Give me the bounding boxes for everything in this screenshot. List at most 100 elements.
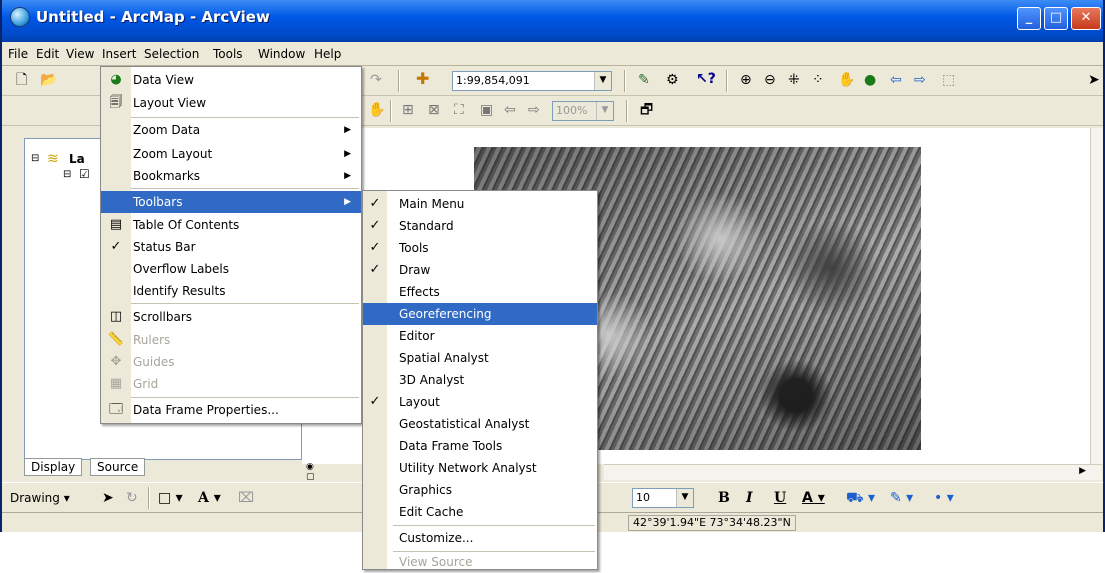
layer-visibility-checkbox[interactable]: ☑ xyxy=(79,167,90,181)
toolbar-item-editor[interactable]: Editor xyxy=(363,325,597,347)
view-menu-item-guides[interactable]: ✥ Guides xyxy=(101,351,361,373)
toolbar-item-view-source[interactable]: View Source xyxy=(363,551,597,573)
menu-insert[interactable]: Insert xyxy=(102,47,136,61)
toolbar-item-georeferencing[interactable]: Georeferencing xyxy=(363,303,597,325)
view-menu-item-zoom-data[interactable]: Zoom Data ▶ xyxy=(101,119,361,141)
menu-view[interactable]: View xyxy=(66,47,94,61)
new-text-icon[interactable]: A ▾ xyxy=(198,489,221,507)
whats-this-icon[interactable]: ↖? xyxy=(696,70,716,88)
view-menu-item-toolbars[interactable]: Toolbars ▶ xyxy=(101,191,361,213)
forward-arrow-icon[interactable]: ⇨ xyxy=(914,71,926,89)
open-folder-icon[interactable]: 📂 xyxy=(40,71,57,89)
layers-label[interactable]: La xyxy=(69,152,85,166)
toolbar-item-standard[interactable]: ✓ Standard xyxy=(363,215,597,237)
back-arrow-icon[interactable]: ⇦ xyxy=(890,71,902,89)
menu-help[interactable]: Help xyxy=(314,47,341,61)
line-color-icon[interactable]: ✎ ▾ xyxy=(890,489,913,507)
arctoolbox-icon[interactable]: ⚙ xyxy=(666,71,679,89)
menu-window[interactable]: Window xyxy=(258,47,305,61)
view-menu-item-rulers[interactable]: 📏 Rulers xyxy=(101,329,361,351)
view-menu-item-table-of-contents[interactable]: ▤ Table Of Contents xyxy=(101,214,361,236)
focus-data-frame-icon[interactable]: 🗗 xyxy=(640,101,653,119)
menu-file[interactable]: File xyxy=(8,47,28,61)
drawing-menu-button[interactable]: Drawing ▾ xyxy=(10,491,70,505)
expand-collapse-icon[interactable]: ⊟ xyxy=(63,169,71,180)
chevron-down-icon[interactable]: ▼ xyxy=(676,489,693,507)
previous-extent-icon[interactable]: ⇦ xyxy=(504,101,516,119)
table-of-contents-icon: ▤ xyxy=(109,217,123,232)
fixed-zoom-in-layout-icon[interactable]: ⊠ xyxy=(428,101,440,119)
chevron-down-icon[interactable]: ▼ xyxy=(596,102,613,120)
expand-collapse-icon[interactable]: ⊟ xyxy=(31,153,39,164)
zoom-100-icon[interactable]: ▣ xyxy=(480,101,493,119)
chevron-down-icon[interactable]: ▼ xyxy=(594,72,611,90)
tab-display[interactable]: Display xyxy=(24,458,83,476)
rotate-icon[interactable]: ↻ xyxy=(126,489,138,507)
toolbar-item-layout[interactable]: ✓ Layout xyxy=(363,391,597,413)
horizontal-scrollbar[interactable]: ▶ xyxy=(604,464,1102,480)
view-menu-item-scrollbars[interactable]: ◫ Scrollbars xyxy=(101,306,361,328)
data-view-mode-icon[interactable]: ◉ ▢ xyxy=(306,462,315,482)
fixed-zoom-out-layout-icon[interactable]: ⛶ xyxy=(454,101,464,119)
view-menu-item-data-frame-properties[interactable]: 🗔 Data Frame Properties... xyxy=(101,399,361,421)
select-features-icon[interactable]: ⬚ xyxy=(942,71,955,89)
bold-button[interactable]: B xyxy=(718,489,730,507)
view-menu-item-zoom-layout[interactable]: Zoom Layout ▶ xyxy=(101,143,361,165)
underline-button[interactable]: U xyxy=(774,489,786,507)
toolbar-item-edit-cache[interactable]: Edit Cache xyxy=(363,501,597,523)
map-scale-value: 1:99,854,091 xyxy=(456,74,530,87)
pan-hand-icon[interactable]: ✋ xyxy=(838,71,855,89)
view-menu-item-status-bar[interactable]: ✓ Status Bar xyxy=(101,236,361,258)
close-button[interactable]: ✕ xyxy=(1071,7,1101,30)
fixed-zoom-in-icon[interactable]: ⁜ xyxy=(788,71,800,89)
toolbar-item-effects[interactable]: Effects xyxy=(363,281,597,303)
map-scale-combo[interactable]: 1:99,854,091 ▼ xyxy=(452,71,612,91)
view-menu-item-layout-view[interactable]: 🗐 Layout View xyxy=(101,92,361,114)
add-data-icon[interactable]: ✚ xyxy=(416,70,429,88)
menu-edit[interactable]: Edit xyxy=(36,47,59,61)
title-bar[interactable]: Untitled - ArcMap - ArcView _ □ ✕ xyxy=(2,0,1103,42)
view-menu-item-overflow-labels[interactable]: Overflow Labels xyxy=(101,258,361,280)
menu-tools[interactable]: Tools xyxy=(213,47,243,61)
editor-toolbar-icon[interactable]: ✎ xyxy=(638,71,650,89)
zoom-out-icon[interactable]: ⊖ xyxy=(764,71,776,89)
redo-icon[interactable]: ↷ xyxy=(370,71,382,89)
view-menu-item-bookmarks[interactable]: Bookmarks ▶ xyxy=(101,165,361,187)
marker-color-icon[interactable]: • ▾ xyxy=(934,489,954,507)
toolbar-item-tools[interactable]: ✓ Tools xyxy=(363,237,597,259)
fill-color-icon[interactable]: ⛟ ▾ xyxy=(846,489,875,507)
layout-zoom-combo[interactable]: 100% ▼ xyxy=(552,101,614,121)
minimize-button[interactable]: _ xyxy=(1017,7,1041,30)
new-document-icon[interactable]: 🗋 xyxy=(16,71,27,89)
callout-icon[interactable]: ⌧ xyxy=(238,489,254,507)
select-elements-arrow-icon[interactable]: ➤ xyxy=(1088,71,1100,89)
toolbar-item-main-menu[interactable]: ✓ Main Menu xyxy=(363,193,597,215)
layout-pan-icon[interactable]: ✋ xyxy=(368,101,385,119)
next-extent-icon[interactable]: ⇨ xyxy=(528,101,540,119)
view-menu-item-data-view[interactable]: ◕ Data View xyxy=(101,69,361,91)
zoom-whole-page-icon[interactable]: ⊞ xyxy=(402,101,414,119)
view-menu-item-grid[interactable]: ▦ Grid xyxy=(101,373,361,395)
fixed-zoom-out-icon[interactable]: ⁘ xyxy=(812,71,824,89)
vertical-scrollbar[interactable] xyxy=(1090,128,1103,464)
maximize-button[interactable]: □ xyxy=(1044,7,1068,30)
full-extent-globe-icon[interactable]: ● xyxy=(864,71,876,89)
toolbar-item-spatial-analyst[interactable]: Spatial Analyst xyxy=(363,347,597,369)
toolbar-item-draw[interactable]: ✓ Draw xyxy=(363,259,597,281)
select-elements-icon[interactable]: ➤ xyxy=(102,489,114,507)
toolbar-item-geostatistical-analyst[interactable]: Geostatistical Analyst xyxy=(363,413,597,435)
font-color-icon[interactable]: A ▾ xyxy=(802,489,825,507)
new-rectangle-icon[interactable]: □ ▾ xyxy=(158,489,183,507)
toolbar-item-customize[interactable]: Customize... xyxy=(363,527,597,549)
italic-button[interactable]: I xyxy=(746,489,753,507)
tab-source[interactable]: Source xyxy=(90,458,146,476)
font-size-combo[interactable]: 10 ▼ xyxy=(632,488,694,508)
toolbar-item-3d-analyst[interactable]: 3D Analyst xyxy=(363,369,597,391)
scroll-right-arrow-icon[interactable]: ▶ xyxy=(1079,466,1086,476)
toolbar-item-graphics[interactable]: Graphics xyxy=(363,479,597,501)
toolbar-item-utility-network-analyst[interactable]: Utility Network Analyst xyxy=(363,457,597,479)
menu-selection[interactable]: Selection xyxy=(144,47,199,61)
view-menu-item-identify-results[interactable]: Identify Results xyxy=(101,280,361,302)
toolbar-item-data-frame-tools[interactable]: Data Frame Tools xyxy=(363,435,597,457)
zoom-in-icon[interactable]: ⊕ xyxy=(740,71,752,89)
